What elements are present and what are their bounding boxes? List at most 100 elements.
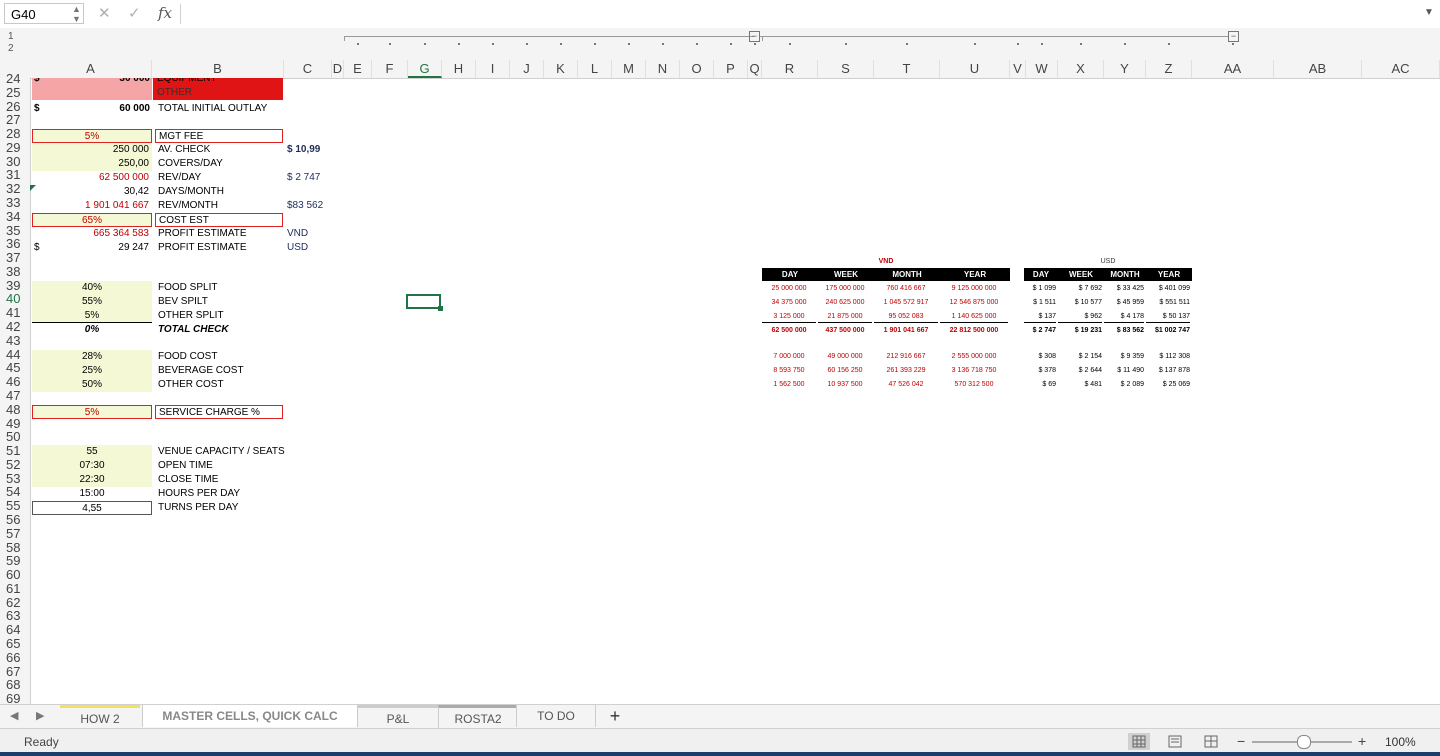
column-header-z[interactable]: Z [1146, 60, 1192, 78]
cell-b51[interactable]: VENUE CAPACITY / SEATS [158, 445, 285, 459]
cell-a41[interactable]: 5% [32, 309, 152, 323]
column-header-k[interactable]: K [544, 60, 578, 78]
cell-b32[interactable]: DAYS/MONTH [158, 185, 284, 199]
expand-formula-icon[interactable]: ▼ [1424, 7, 1434, 18]
vnd-header-month[interactable]: MONTH [874, 268, 940, 281]
column-header-n[interactable]: N [646, 60, 680, 78]
vnd-cost-cell[interactable]: 261 393 229 [874, 364, 938, 377]
column-header-l[interactable]: L [578, 60, 612, 78]
column-header-q[interactable]: Q [748, 60, 762, 78]
usd-cell[interactable]: $ 19 231 [1058, 324, 1102, 337]
cell-a55[interactable]: 4,55 [32, 501, 152, 515]
usd-cell[interactable]: $1 002 747 [1146, 324, 1190, 337]
usd-cell[interactable]: $ 33 425 [1104, 282, 1144, 295]
vnd-header-week[interactable]: WEEK [818, 268, 874, 281]
cell-a42[interactable]: 0% [32, 323, 152, 337]
cell-b25[interactable]: OTHER [153, 86, 283, 100]
usd-cell[interactable]: $ 137 [1024, 310, 1056, 323]
vnd-cost-cell[interactable]: 60 156 250 [818, 364, 872, 377]
cell-a53[interactable]: 22:30 [32, 473, 152, 487]
usd-cost-cell[interactable]: $ 2 154 [1058, 350, 1102, 363]
usd-cell[interactable]: $ 83 562 [1104, 324, 1144, 337]
usd-cell[interactable]: $ 1 099 [1024, 282, 1056, 295]
cancel-icon[interactable]: ✕ [98, 4, 111, 22]
column-header-j[interactable]: J [510, 60, 544, 78]
vnd-cost-cell[interactable]: 1 562 500 [762, 378, 816, 391]
cell-b28[interactable]: MGT FEE [155, 129, 283, 143]
zoom-level[interactable]: 100% [1385, 735, 1416, 749]
usd-cell[interactable]: $ 551 511 [1146, 296, 1190, 309]
usd-cost-cell[interactable]: $ 2 089 [1104, 378, 1144, 391]
usd-cost-cell[interactable]: $ 308 [1024, 350, 1056, 363]
cell-b52[interactable]: OPEN TIME [158, 459, 284, 473]
cell-b33[interactable]: REV/MONTH [158, 199, 284, 213]
cell-b46[interactable]: OTHER COST [158, 378, 284, 392]
cell-a52[interactable]: 07:30 [32, 459, 152, 473]
vnd-cost-cell[interactable]: 212 916 667 [874, 350, 938, 363]
cell-b48[interactable]: SERVICE CHARGE % [155, 405, 283, 419]
cell-c29[interactable]: $ 10,99 [287, 143, 347, 157]
vnd-header-day[interactable]: DAY [762, 268, 818, 281]
fill-handle[interactable] [438, 306, 443, 311]
column-header-r[interactable]: R [762, 60, 818, 78]
vnd-cost-cell[interactable]: 10 937 500 [818, 378, 872, 391]
usd-cost-cell[interactable]: $ 69 [1024, 378, 1056, 391]
tab-master-cells-quick-calc[interactable]: MASTER CELLS, QUICK CALC [142, 705, 358, 727]
column-header-x[interactable]: X [1058, 60, 1104, 78]
tab-p-and-l[interactable]: P&L [358, 705, 438, 730]
usd-cost-cell[interactable]: $ 25 069 [1146, 378, 1190, 391]
cell-c33[interactable]: $83 562 [287, 199, 347, 213]
cell-c31[interactable]: $ 2 747 [287, 171, 347, 185]
zoom-in-button[interactable]: + [1358, 733, 1366, 749]
vnd-cell[interactable]: 22 812 500 000 [940, 324, 1008, 337]
vnd-cell[interactable]: 12 546 875 000 [940, 296, 1008, 309]
zoom-out-button[interactable]: − [1237, 733, 1245, 749]
cell-b30[interactable]: COVERS/DAY [158, 157, 284, 171]
vnd-cost-cell[interactable]: 570 312 500 [940, 378, 1008, 391]
cell-b44[interactable]: FOOD COST [158, 350, 284, 364]
cell-b35[interactable]: PROFIT ESTIMATE [158, 227, 284, 241]
cell-b55[interactable]: TURNS PER DAY [158, 501, 284, 515]
cell-c35[interactable]: VND [287, 227, 347, 241]
usd-cell[interactable]: $ 45 959 [1104, 296, 1144, 309]
vnd-cell[interactable]: 3 125 000 [762, 310, 816, 323]
column-header-y[interactable]: Y [1104, 60, 1146, 78]
usd-cell[interactable]: $ 10 577 [1058, 296, 1102, 309]
page-break-view-icon[interactable] [1200, 733, 1222, 750]
usd-header-day[interactable]: DAY [1024, 268, 1058, 281]
cell-a46[interactable]: 50% [32, 378, 152, 392]
usd-cell[interactable]: $ 4 178 [1104, 310, 1144, 323]
column-header-ab[interactable]: AB [1274, 60, 1362, 78]
vnd-cell[interactable]: 175 000 000 [818, 282, 872, 295]
cell-b31[interactable]: REV/DAY [158, 171, 284, 185]
formula-input[interactable] [186, 4, 1416, 24]
add-sheet-button[interactable]: + [598, 705, 632, 727]
column-header-g[interactable]: G [408, 60, 442, 78]
column-header-e[interactable]: E [344, 60, 372, 78]
vnd-cell[interactable]: 9 125 000 000 [940, 282, 1008, 295]
usd-cost-cell[interactable]: $ 378 [1024, 364, 1056, 377]
column-header-s[interactable]: S [818, 60, 874, 78]
cell-a44[interactable]: 28% [32, 350, 152, 364]
column-header-p[interactable]: P [714, 60, 748, 78]
vnd-header-year[interactable]: YEAR [940, 268, 1010, 281]
vnd-cost-cell[interactable]: 8 593 750 [762, 364, 816, 377]
column-header-u[interactable]: U [940, 60, 1010, 78]
column-header-v[interactable]: V [1010, 60, 1026, 78]
zoom-slider-handle[interactable] [1297, 735, 1311, 749]
cell-b34[interactable]: COST EST [155, 213, 283, 227]
cell-b42[interactable]: TOTAL CHECK [158, 323, 284, 337]
cell-a28[interactable]: 5% [32, 129, 152, 143]
cell-a33[interactable]: 1 901 041 667 [32, 199, 152, 213]
cell-a39[interactable]: 40% [32, 281, 152, 295]
usd-cost-cell[interactable]: $ 481 [1058, 378, 1102, 391]
cell-a30[interactable]: 250,00 [32, 157, 152, 171]
column-header-i[interactable]: I [476, 60, 510, 78]
column-header-aa[interactable]: AA [1192, 60, 1274, 78]
usd-cost-cell[interactable]: $ 9 359 [1104, 350, 1144, 363]
usd-cell[interactable]: $ 1 511 [1024, 296, 1056, 309]
vnd-cost-cell[interactable]: 7 000 000 [762, 350, 816, 363]
cell-a54[interactable]: 15:00 [32, 487, 152, 501]
usd-cell[interactable]: $ 962 [1058, 310, 1102, 323]
cell-c36[interactable]: USD [287, 241, 347, 255]
